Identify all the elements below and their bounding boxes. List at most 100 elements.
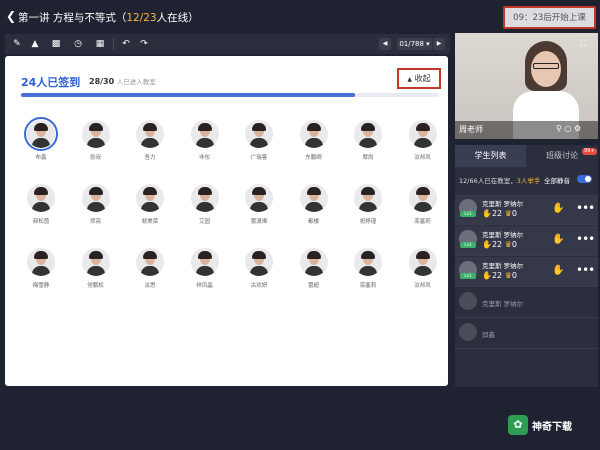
checkin-progress-fill <box>21 93 356 97</box>
whiteboard-toolbar: ✎ ▲ ▩ ◷ ▦ ↶ ↷ ◀ 01/788 ▾ ▶ <box>5 34 450 54</box>
student-name: 克里斯 罗纳尔 <box>482 231 524 239</box>
student-card[interactable]: 东鹏卿 <box>288 120 340 161</box>
fullscreen-icon[interactable]: ⛶ <box>576 37 590 51</box>
student-row[interactable]: Lv1 克里斯 罗纳尔 ✋22 ♛0 ✋ ••• <box>455 226 598 256</box>
page-title: 第一讲 方程与不等式（12/23人在线） <box>18 12 199 24</box>
redo-icon[interactable]: ↷ <box>137 37 151 51</box>
student-name: 汝邦凤 <box>414 155 431 161</box>
mute-all-toggle[interactable] <box>577 175 592 183</box>
teacher-controls: ⚲ ○ ⚙ <box>556 124 581 133</box>
student-card[interactable]: 栾塞莉 <box>342 248 394 289</box>
student-card[interactable]: 郝松茵 <box>15 184 67 225</box>
student-stats: ✋22 ♛0 <box>482 240 517 249</box>
student-card[interactable]: 栾塞莉 <box>397 184 449 225</box>
trophy-icon: ♛ <box>504 271 512 280</box>
bulb-icon[interactable]: ○ <box>564 124 571 133</box>
avatar-hair <box>143 123 157 131</box>
student-name: 克里斯 罗纳尔 <box>482 300 524 308</box>
side-tabs: 学生列表 班级讨论 99+ <box>455 145 598 167</box>
avatar-hair <box>252 123 266 131</box>
back-icon[interactable]: ❮ <box>6 9 16 23</box>
student-card[interactable]: 非彤 <box>179 120 231 161</box>
undo-icon[interactable]: ↶ <box>119 37 133 51</box>
student-card[interactable]: 党鹏松 <box>70 248 122 289</box>
caret-up-icon: ▲ <box>407 76 413 83</box>
student-row[interactable]: 邱鑫 <box>455 319 598 349</box>
more-icon[interactable]: ••• <box>576 263 595 277</box>
student-name: 帧美荣 <box>141 219 159 225</box>
avatar-body <box>359 266 377 276</box>
mic-icon[interactable]: ⚲ <box>556 124 562 133</box>
trophy-icon: ♛ <box>504 209 512 218</box>
student-card[interactable]: 艾园 <box>179 184 231 225</box>
teacher-video[interactable]: ⛶ 周老师 ⚲ ○ ⚙ <box>455 33 598 139</box>
pen-icon[interactable]: ✎ <box>10 37 24 51</box>
student-card[interactable]: 古欢妍 <box>233 248 285 289</box>
raise-hand-icon[interactable]: ✋ <box>552 203 564 214</box>
student-stats: ✋22 ♛0 <box>482 209 517 218</box>
tab-discussion[interactable]: 班级讨论 99+ <box>526 145 598 167</box>
avatar <box>190 184 219 212</box>
thumb-icon: ✋ <box>482 271 492 280</box>
page-next-button[interactable]: ▶ <box>433 38 445 50</box>
start-class-button[interactable]: 09：23后开始上课 <box>503 6 596 29</box>
avatar <box>81 184 110 212</box>
avatar-hair <box>415 187 430 195</box>
student-card[interactable]: 张叔 <box>70 120 122 161</box>
student-card[interactable]: 帧美荣 <box>124 184 176 225</box>
trophy-icon: ♛ <box>504 240 512 249</box>
student-card[interactable]: 翠尚 <box>342 120 394 161</box>
avatar-hair <box>88 251 103 259</box>
eraser-icon[interactable]: ▲ <box>28 37 42 51</box>
checkin-progress <box>21 93 439 97</box>
student-card[interactable]: 蕾超 <box>288 248 340 289</box>
entered-count: 28/30 人已进入教室 <box>89 77 156 86</box>
student-row[interactable]: Lv1 克里斯 罗纳尔 ✋22 ♛0 ✋ ••• <box>455 195 598 225</box>
clock-icon[interactable]: ◷ <box>71 37 85 51</box>
chart-icon[interactable]: ▦ <box>93 37 107 51</box>
student-row[interactable]: 克里斯 罗纳尔 <box>455 288 598 318</box>
student-card[interactable]: 汝思 <box>124 248 176 289</box>
avatar <box>459 292 477 310</box>
student-card[interactable]: 都楼 <box>288 184 340 225</box>
student-card[interactable]: 祝婷瑾 <box>342 184 394 225</box>
student-card[interactable]: 布鑫 <box>15 117 67 161</box>
page-indicator[interactable]: 01/788 ▾ <box>397 38 432 50</box>
avatar-body <box>304 202 323 212</box>
thumb-icon: ✋ <box>482 240 492 249</box>
raise-hand-icon[interactable]: ✋ <box>552 234 564 245</box>
student-card[interactable]: 蕾潇烯 <box>233 184 285 225</box>
avatar <box>354 120 382 148</box>
student-card[interactable]: 汝邦凤 <box>397 248 449 289</box>
avatar-body <box>86 266 105 276</box>
student-card[interactable]: 吾力 <box>124 120 176 161</box>
student-name: 广瑞客 <box>250 155 268 161</box>
avatar-body <box>359 202 377 212</box>
avatar-body <box>250 138 268 148</box>
more-icon[interactable]: ••• <box>576 232 595 246</box>
avatar <box>299 184 328 212</box>
avatar-hair <box>306 123 321 131</box>
avatar <box>354 184 382 212</box>
avatar-hair <box>197 187 212 195</box>
stamp-icon[interactable]: ▩ <box>49 37 63 51</box>
avatar <box>24 117 58 151</box>
student-name: 党鹏松 <box>87 283 104 289</box>
top-bar: ❮ 第一讲 方程与不等式（12/23人在线） 09：23后开始上课 <box>0 0 600 33</box>
avatar-body <box>413 138 432 148</box>
collapse-button[interactable]: ▲ 收起 <box>397 68 441 89</box>
avatar-hair <box>306 251 321 259</box>
gear-icon[interactable]: ⚙ <box>574 124 581 133</box>
more-icon[interactable]: ••• <box>576 201 595 215</box>
watermark-logo-icon: ✿ <box>508 415 528 435</box>
raise-hand-icon[interactable]: ✋ <box>552 265 564 276</box>
student-card[interactable]: 汝邦凤 <box>397 120 449 161</box>
student-card[interactable]: 祥凤晶 <box>179 248 231 289</box>
page-prev-button[interactable]: ◀ <box>379 38 391 50</box>
student-card[interactable]: 广瑞客 <box>233 120 285 161</box>
student-card[interactable]: 梅雪静 <box>15 248 67 289</box>
student-row[interactable]: Lv1 克里斯 罗纳尔 ✋22 ♛0 ✋ ••• <box>455 257 598 287</box>
student-name: 吾力 <box>144 155 156 161</box>
student-card[interactable]: 郑亮 <box>70 184 122 225</box>
tab-students[interactable]: 学生列表 <box>455 145 526 167</box>
